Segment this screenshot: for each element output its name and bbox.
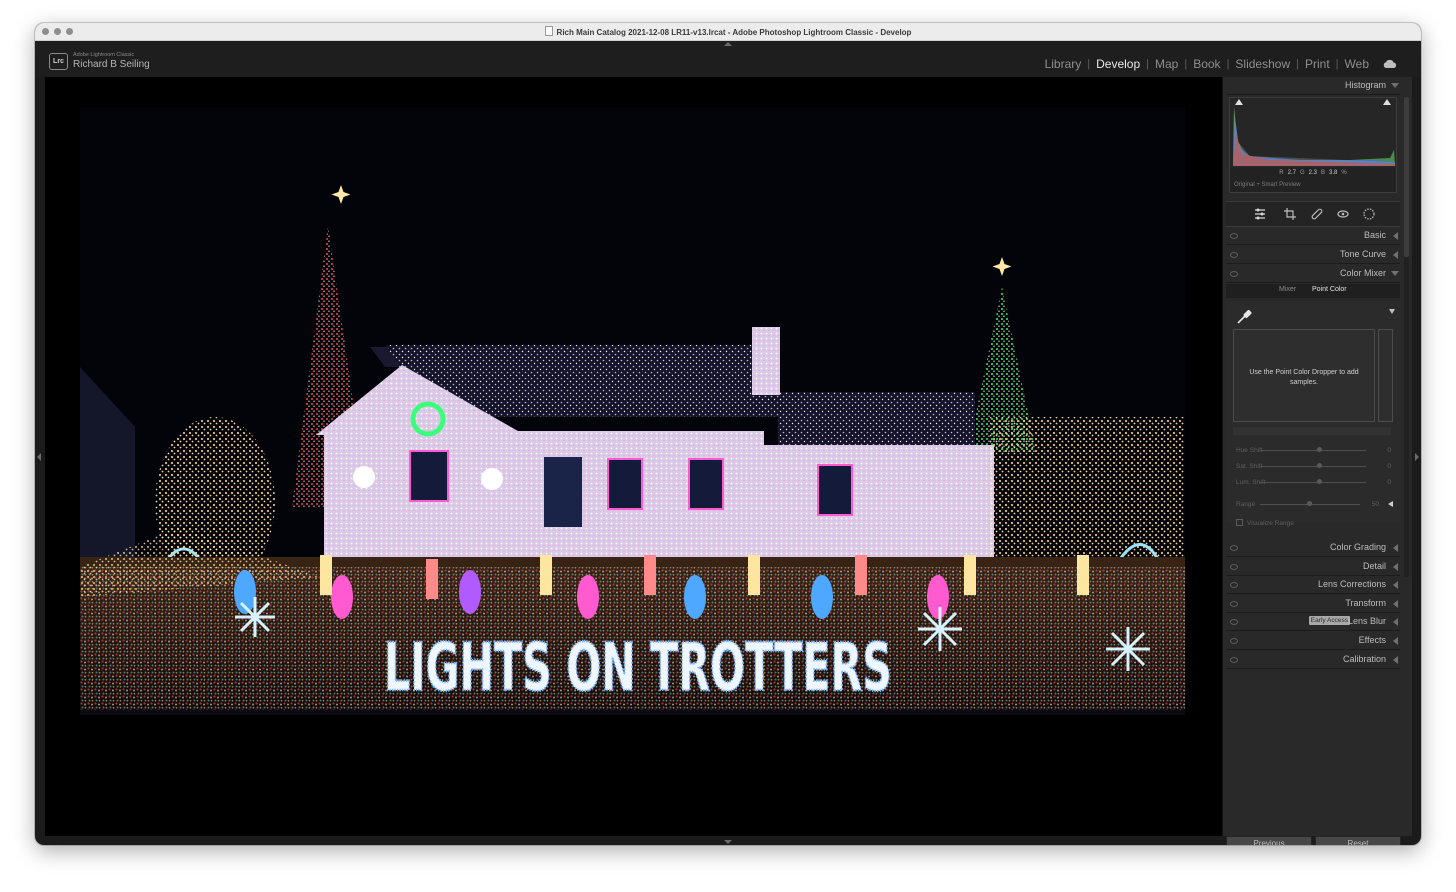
- collapse-icon: [1391, 271, 1399, 276]
- eye-icon[interactable]: [1230, 638, 1238, 644]
- slider-knob[interactable]: [1307, 501, 1312, 506]
- point-color-swatches: Use the Point Color Dropper to add sampl…: [1233, 329, 1375, 422]
- range-expand-icon[interactable]: [1388, 501, 1393, 507]
- detail-panel-header[interactable]: Detail: [1226, 558, 1400, 576]
- eye-icon[interactable]: [1230, 564, 1238, 570]
- expand-left-panel-icon[interactable]: [37, 453, 41, 461]
- lens-blur-panel-header[interactable]: Early Access Lens Blur: [1226, 613, 1400, 631]
- lens-corrections-panel-header[interactable]: Lens Corrections: [1226, 576, 1400, 594]
- lightroom-window: Rich Main Catalog 2021-12-08 LR11-v13.lr…: [35, 23, 1421, 845]
- masking-icon[interactable]: [1362, 207, 1376, 221]
- transform-panel-header[interactable]: Transform: [1226, 595, 1400, 613]
- crop-icon[interactable]: [1283, 207, 1297, 221]
- expand-icon: [1393, 232, 1398, 240]
- photo-preview[interactable]: LIGHTS ON TROTTERS: [80, 107, 1185, 715]
- calibration-panel-header[interactable]: Calibration: [1226, 651, 1400, 669]
- module-picker: Library | Develop | Map | Book | Slidesh…: [1039, 57, 1397, 71]
- lawn-sign-text: LIGHTS ON TROTTERS: [384, 629, 892, 706]
- sat-shift-slider[interactable]: Sat. Shift 0: [1233, 461, 1393, 473]
- histogram-graph: [1230, 98, 1396, 168]
- lrc-logo-icon: Lrc: [49, 53, 68, 70]
- color-mixer-panel-header[interactable]: Color Mixer: [1226, 265, 1400, 283]
- top-bar: Lrc Adobe Lightroom Classic Richard B Se…: [35, 41, 1421, 77]
- slider-knob[interactable]: [1317, 463, 1322, 468]
- eye-icon[interactable]: [1230, 252, 1238, 258]
- histogram-header[interactable]: Histogram: [1226, 77, 1400, 95]
- hue-shift-slider[interactable]: Hue Shift 0: [1233, 445, 1393, 457]
- module-web[interactable]: Web: [1339, 57, 1375, 71]
- tab-point-color[interactable]: Point Color: [1312, 286, 1347, 293]
- module-develop[interactable]: Develop: [1090, 57, 1146, 71]
- tone-curve-panel-header[interactable]: Tone Curve: [1226, 246, 1400, 264]
- red-eye-icon[interactable]: [1336, 207, 1350, 221]
- eye-icon[interactable]: [1230, 545, 1238, 551]
- title-bar: Rich Main Catalog 2021-12-08 LR11-v13.lr…: [35, 23, 1421, 41]
- eye-icon[interactable]: [1230, 582, 1238, 588]
- eye-icon[interactable]: [1230, 601, 1238, 607]
- selected-color-bar: [1233, 427, 1391, 435]
- scrollbar-thumb[interactable]: [1404, 97, 1409, 257]
- early-access-badge: Early Access: [1308, 616, 1350, 625]
- slider-knob[interactable]: [1317, 479, 1322, 484]
- document-icon: [544, 26, 553, 36]
- point-color-menu-icon[interactable]: [1389, 309, 1395, 314]
- expand-icon: [1393, 618, 1398, 626]
- cloud-icon[interactable]: [1383, 60, 1397, 68]
- dropper-hint: Use the Point Color Dropper to add sampl…: [1249, 369, 1359, 386]
- visualize-range-checkbox[interactable]: [1236, 519, 1243, 526]
- range-slider[interactable]: Range 50: [1233, 499, 1393, 511]
- image-viewer[interactable]: LIGHTS ON TROTTERS: [45, 77, 1222, 836]
- expand-icon: [1393, 600, 1398, 608]
- collapse-icon: [1391, 83, 1399, 88]
- point-color-dropper-icon[interactable]: [1236, 309, 1252, 325]
- tool-strip: [1226, 201, 1400, 227]
- expand-icon: [1393, 563, 1398, 571]
- color-mixer-tabs: Mixer Point Color: [1226, 284, 1400, 298]
- point-color-panel: Use the Point Color Dropper to add sampl…: [1226, 301, 1400, 527]
- lum-shift-slider[interactable]: Lum. Shift 0: [1233, 477, 1393, 489]
- preview-status: Original + Smart Preview: [1234, 182, 1301, 188]
- identity-plate-product: Adobe Lightroom Classic: [73, 52, 135, 58]
- expand-icon: [1393, 544, 1398, 552]
- eye-icon[interactable]: [1230, 271, 1238, 277]
- reset-button[interactable]: Reset: [1315, 836, 1401, 845]
- module-map[interactable]: Map: [1149, 57, 1184, 71]
- eye-icon[interactable]: [1230, 657, 1238, 663]
- expand-icon: [1393, 251, 1398, 259]
- tab-mixer[interactable]: Mixer: [1279, 286, 1296, 293]
- eye-icon[interactable]: [1230, 233, 1238, 239]
- previous-button[interactable]: Previous: [1226, 836, 1312, 845]
- slider-knob[interactable]: [1317, 447, 1322, 452]
- window-title-text: Rich Main Catalog 2021-12-08 LR11-v13.lr…: [556, 28, 912, 37]
- color-grading-panel-header[interactable]: Color Grading: [1226, 539, 1400, 557]
- histogram-readout: R 2.7 G 2.3 B 3.8%: [1279, 170, 1347, 176]
- healing-icon[interactable]: [1310, 207, 1324, 221]
- basic-panel-header[interactable]: Basic: [1226, 227, 1400, 245]
- expand-icon: [1393, 581, 1398, 589]
- expand-icon: [1393, 637, 1398, 645]
- panel-scrollbar[interactable]: [1404, 97, 1409, 577]
- christmas-lights-house-photo: LIGHTS ON TROTTERS: [80, 107, 1185, 715]
- swatch-side-column: [1378, 329, 1393, 422]
- develop-right-panel: Histogram R 2.7 G 2.3 B 3.8% Original + Smart…: [1222, 77, 1412, 845]
- collapse-top-panel-icon[interactable]: [724, 42, 732, 46]
- module-print[interactable]: Print: [1299, 57, 1336, 71]
- window-title: Rich Main Catalog 2021-12-08 LR11-v13.lr…: [35, 26, 1421, 37]
- edit-sliders-icon[interactable]: [1253, 207, 1267, 221]
- effects-panel-header[interactable]: Effects: [1226, 632, 1400, 650]
- visualize-range-toggle[interactable]: Visualize Range: [1236, 519, 1294, 527]
- histogram[interactable]: R 2.7 G 2.3 B 3.8% Original + Smart Preview: [1229, 97, 1397, 193]
- identity-plate-user: Richard B Seiling: [73, 59, 150, 70]
- eye-icon[interactable]: [1230, 619, 1238, 625]
- expand-filmstrip-icon[interactable]: [724, 840, 732, 844]
- module-slideshow[interactable]: Slideshow: [1229, 57, 1296, 71]
- collapse-right-panel-icon[interactable]: [1415, 453, 1419, 461]
- module-library[interactable]: Library: [1039, 57, 1088, 71]
- expand-icon: [1393, 656, 1398, 664]
- module-book[interactable]: Book: [1187, 57, 1226, 71]
